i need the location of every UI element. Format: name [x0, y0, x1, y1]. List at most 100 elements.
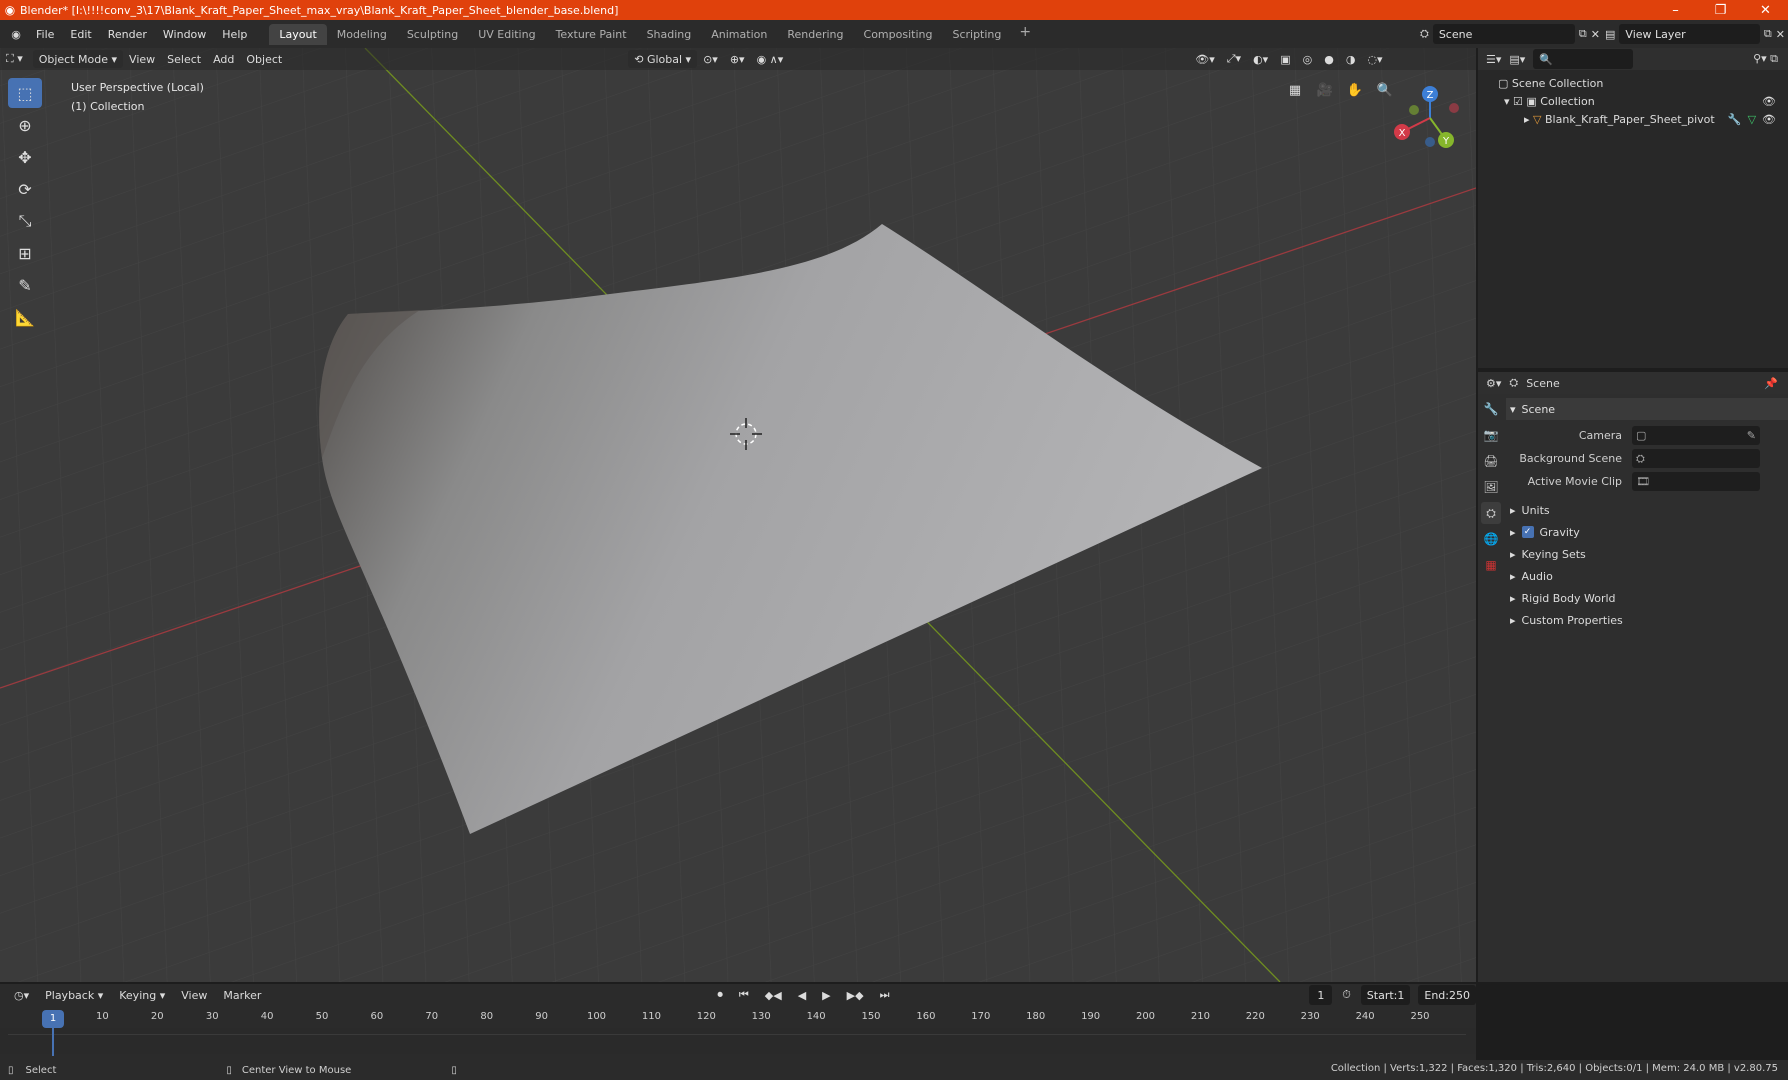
outliner-editor-type-icon[interactable]: ☰▾: [1486, 53, 1501, 66]
menu-help[interactable]: Help: [214, 28, 255, 41]
camera-field[interactable]: ▢ ✎: [1632, 426, 1760, 445]
play-reverse-button[interactable]: ◀: [792, 986, 812, 1004]
preview-range-icon[interactable]: ⏱: [1336, 986, 1357, 1004]
scene-panel-header[interactable]: ▾ Scene: [1506, 398, 1788, 420]
outliner-filter-icon[interactable]: ⚲▾ ⧉: [1753, 52, 1778, 66]
material-shading-icon[interactable]: ◑: [1340, 50, 1362, 68]
tab-uv-editing[interactable]: UV Editing: [468, 24, 545, 45]
start-frame-field[interactable]: Start: 1: [1360, 985, 1411, 1005]
tab-compositing[interactable]: Compositing: [854, 24, 943, 45]
rigid-body-world-panel[interactable]: ▸ Rigid Body World: [1506, 587, 1788, 609]
menu-timeline-view[interactable]: View: [175, 986, 213, 1004]
modifier-wrench-icon[interactable]: 🔧: [1728, 113, 1742, 126]
render-tab-icon[interactable]: 📷: [1481, 424, 1501, 446]
gizmo-toggle-icon[interactable]: ⤢▾: [1221, 50, 1247, 68]
select-box-tool-icon[interactable]: ⬚: [8, 78, 42, 108]
playhead-frame-indicator[interactable]: 1: [42, 1010, 64, 1028]
delete-scene-icon[interactable]: ✕: [1591, 28, 1600, 41]
object-expand-icon[interactable]: ▸: [1524, 113, 1533, 126]
tab-scripting[interactable]: Scripting: [942, 24, 1011, 45]
output-tab-icon[interactable]: 🖨: [1481, 450, 1501, 472]
gravity-checkbox[interactable]: ✓: [1521, 526, 1534, 538]
tab-sculpting[interactable]: Sculpting: [397, 24, 468, 45]
menu-playback[interactable]: Playback ▾: [39, 986, 109, 1004]
pan-view-icon[interactable]: ✋: [1343, 78, 1367, 102]
menu-view[interactable]: View: [123, 50, 161, 68]
scene-tab-icon[interactable]: ⛭: [1481, 502, 1501, 524]
menu-file[interactable]: File: [28, 28, 62, 41]
transform-orientation-dropdown[interactable]: ⟲ Global ▾: [628, 50, 698, 68]
measure-tool-icon[interactable]: 📐: [8, 302, 42, 332]
collection-visibility-icon[interactable]: 👁: [1762, 95, 1776, 108]
end-frame-field[interactable]: End: 250: [1418, 985, 1476, 1005]
proportional-edit-icon[interactable]: ◉ ∧▾: [751, 50, 790, 68]
add-workspace-button[interactable]: +: [1011, 24, 1039, 45]
solid-shading-icon[interactable]: ●: [1318, 50, 1340, 68]
scene-selector[interactable]: ⛭ Scene ⧉ ✕: [1420, 23, 1600, 45]
active-movie-clip-field[interactable]: 🎞: [1632, 472, 1760, 491]
mesh-data-icon[interactable]: ▽: [1748, 113, 1756, 126]
visibility-icon[interactable]: 👁▾: [1189, 50, 1221, 68]
menu-add[interactable]: Add: [207, 50, 240, 68]
maximize-button[interactable]: ❐: [1698, 3, 1743, 18]
play-button[interactable]: ▶: [816, 986, 836, 1004]
current-frame-field[interactable]: 1: [1309, 985, 1333, 1005]
menu-keying[interactable]: Keying ▾: [113, 986, 171, 1004]
tab-texture-paint[interactable]: Texture Paint: [546, 24, 637, 45]
outliner-search-input[interactable]: 🔍: [1533, 49, 1634, 69]
outliner-collection-row[interactable]: ▾ ☑ ▣ Collection 👁: [1478, 92, 1788, 110]
record-button[interactable]: ⏺: [711, 986, 729, 1004]
background-scene-field[interactable]: ⛭: [1632, 449, 1760, 468]
gravity-panel[interactable]: ▸ ✓ Gravity: [1506, 521, 1788, 543]
jump-start-button[interactable]: ⏮: [733, 986, 755, 1004]
world-tab-icon[interactable]: 🌐: [1481, 528, 1501, 550]
scene-name-field[interactable]: Scene: [1432, 24, 1575, 44]
xray-icon[interactable]: ▣: [1274, 50, 1296, 68]
expand-arrow-icon[interactable]: ▾: [1504, 95, 1513, 108]
keying-sets-panel[interactable]: ▸ Keying Sets: [1506, 543, 1788, 565]
tab-shading[interactable]: Shading: [637, 24, 702, 45]
overlays-icon[interactable]: ◐▾: [1247, 50, 1274, 68]
pivot-point-icon[interactable]: ⊙▾: [697, 50, 724, 68]
3d-viewport[interactable]: Z X Y ⛶ ▾ Object Mode ▾ View Select Add …: [0, 48, 1476, 982]
tab-rendering[interactable]: Rendering: [777, 24, 853, 45]
view-layer-selector[interactable]: ▤ View Layer ⧉ ✕: [1605, 23, 1785, 45]
view-layer-tab-icon[interactable]: 🖼: [1481, 476, 1501, 498]
object-mode-dropdown[interactable]: Object Mode ▾: [32, 50, 124, 68]
outliner-display-mode-icon[interactable]: ▤▾: [1509, 53, 1525, 66]
menu-render[interactable]: Render: [100, 28, 155, 41]
custom-properties-panel[interactable]: ▸ Custom Properties: [1506, 609, 1788, 631]
outliner-scene-collection[interactable]: ▢ Scene Collection: [1478, 74, 1788, 92]
units-panel[interactable]: ▸ Units: [1506, 499, 1788, 521]
snap-icon[interactable]: ⊕▾: [724, 50, 751, 68]
texture-tab-icon[interactable]: ▦: [1481, 554, 1501, 576]
tab-animation[interactable]: Animation: [701, 24, 777, 45]
scale-tool-icon[interactable]: ⤡: [8, 206, 42, 236]
new-scene-icon[interactable]: ⧉: [1579, 27, 1587, 41]
camera-view-icon[interactable]: 🎥: [1313, 78, 1337, 102]
properties-editor-type-icon[interactable]: ⚙▾: [1486, 377, 1501, 390]
next-keyframe-button[interactable]: ▶◆: [841, 986, 870, 1004]
prev-keyframe-button[interactable]: ◆◀: [759, 986, 788, 1004]
view-layer-name-field[interactable]: View Layer: [1619, 24, 1760, 44]
tab-layout[interactable]: Layout: [269, 23, 327, 45]
zoom-view-icon[interactable]: 🔍: [1373, 78, 1397, 102]
tab-modeling[interactable]: Modeling: [327, 24, 397, 45]
new-view-layer-icon[interactable]: ⧉: [1764, 27, 1772, 41]
jump-end-button[interactable]: ⏭: [874, 986, 896, 1004]
menu-marker[interactable]: Marker: [217, 986, 267, 1004]
rotate-tool-icon[interactable]: ⟳: [8, 174, 42, 204]
collection-checkbox[interactable]: ☑: [1513, 95, 1526, 108]
toggle-grid-icon[interactable]: ▦: [1283, 78, 1307, 102]
move-tool-icon[interactable]: ✥: [8, 142, 42, 172]
cursor-tool-icon[interactable]: ⊕: [8, 110, 42, 140]
editor-type-icon[interactable]: ⛶ ▾: [0, 50, 29, 68]
delete-view-layer-icon[interactable]: ✕: [1776, 28, 1785, 41]
pin-icon[interactable]: 📌: [1764, 377, 1778, 390]
close-button[interactable]: ✕: [1743, 3, 1788, 18]
menu-select[interactable]: Select: [161, 50, 207, 68]
timeline-ruler[interactable]: 1102030405060708090100110120130140150160…: [0, 1008, 1476, 1028]
outliner-object-row[interactable]: ▸ ▽ Blank_Kraft_Paper_Sheet_pivot 🔧 ▽ 👁: [1478, 110, 1788, 128]
minimize-button[interactable]: –: [1653, 3, 1698, 18]
timeline-track[interactable]: [0, 1028, 1476, 1054]
